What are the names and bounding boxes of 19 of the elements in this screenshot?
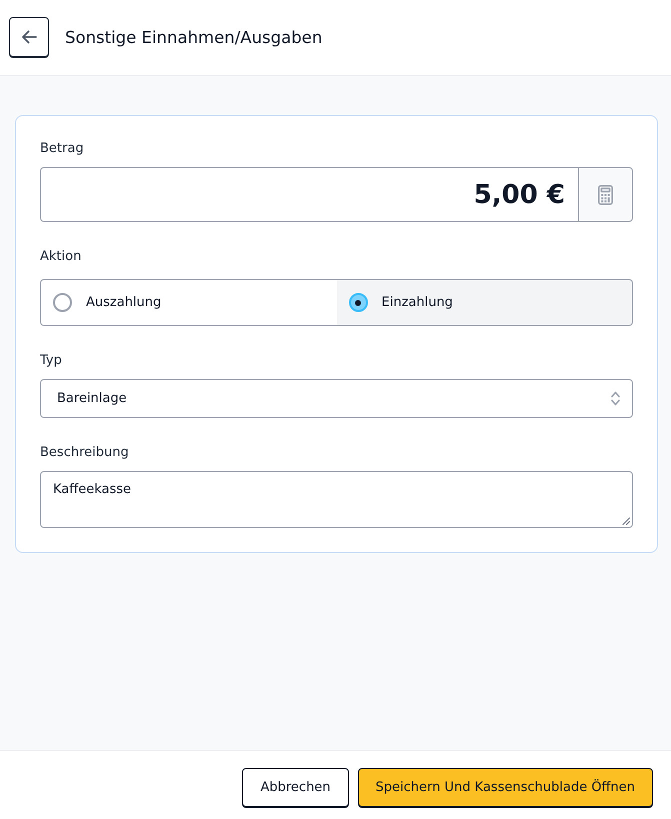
textarea-value: Kaffeekasse [53,482,132,497]
calculator-icon [598,184,613,204]
field-label: Betrag [40,140,85,158]
cancel-button[interactable]: Abbrechen [242,768,349,807]
back-button[interactable] [9,17,49,57]
resize-handle-icon [622,517,630,525]
select-field[interactable]: Bareinlage [40,379,633,418]
radio-option[interactable]: Einzahlung [336,279,633,326]
amount-field[interactable]: 5,00 € [40,167,578,222]
field-label: Beschreibung [40,444,130,462]
select-value: Bareinlage [57,391,127,406]
field-label: Aktion [40,248,82,266]
arrow-left-icon [21,30,37,44]
save-button[interactable]: Speichern Und Kassenschublade Öffnen [358,768,653,807]
radio-option[interactable]: Auszahlung [40,279,336,326]
field-label: Typ [40,352,63,370]
select-arrows-icon [611,391,620,406]
page-title: Sonstige Einnahmen/Ausgaben [65,28,322,47]
textarea-field[interactable]: Kaffeekasse [40,471,633,528]
